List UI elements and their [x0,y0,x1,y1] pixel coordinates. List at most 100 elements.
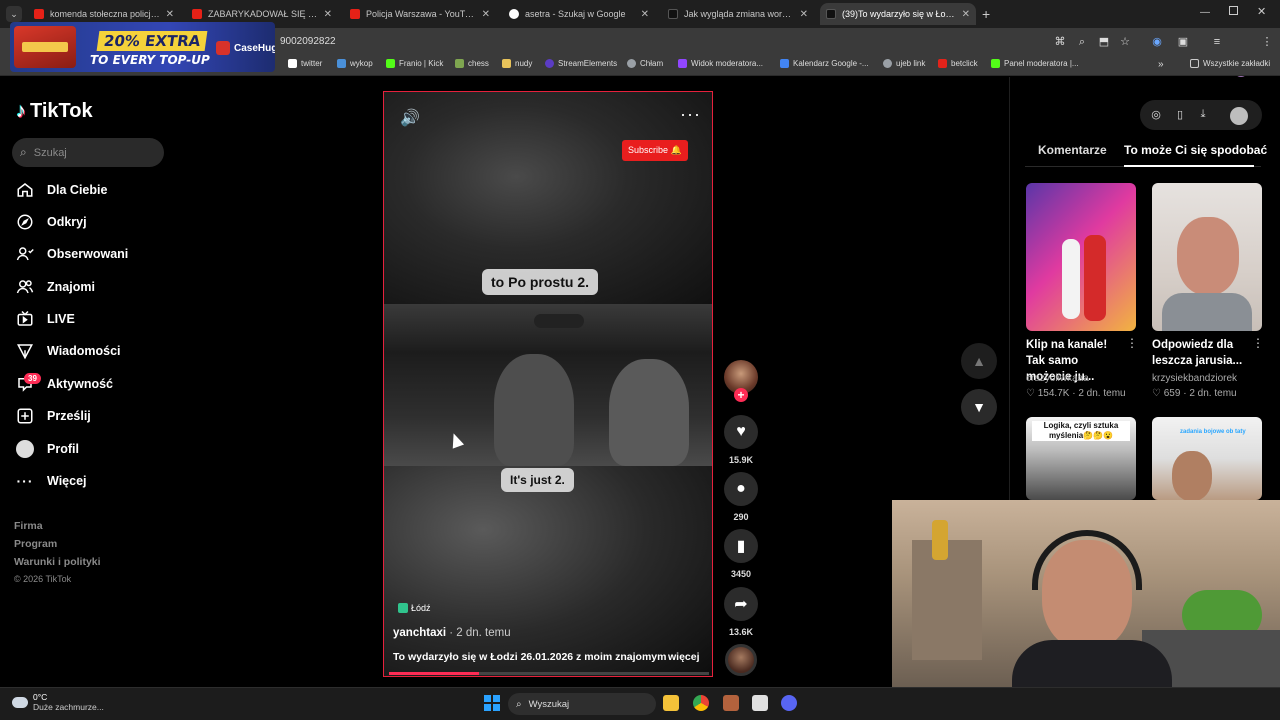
comment-icon[interactable]: ● [724,472,758,506]
bookmark[interactable]: Kalendarz Google -... [780,59,869,68]
next-video-button[interactable]: ▼ [961,389,997,425]
recommended-thumbnail[interactable] [1026,183,1136,331]
bookmark-icon[interactable]: ▮ [724,529,758,563]
zoom-icon[interactable]: ⌕ [1075,35,1089,49]
card-more-icon[interactable]: ⋮ [1126,336,1138,350]
close-tab-icon[interactable]: ✕ [482,9,490,20]
puzzle-icon[interactable]: ▣ [1176,35,1190,49]
maximize-button[interactable] [1229,6,1238,15]
bookmarks-overflow[interactable]: » [1158,59,1164,70]
translate-icon[interactable]: ⌘ [1053,35,1067,49]
nav-profile[interactable]: Profil [16,437,79,461]
video-author[interactable]: yanchtaxi · 2 dn. temu [393,627,511,639]
close-window-button[interactable]: ✕ [1257,5,1266,18]
recommended-thumbnail[interactable]: zadania bojowe ob taty [1152,417,1262,500]
bookmark[interactable]: Panel moderatora |... [991,59,1079,68]
bookmark[interactable]: chess [455,59,489,68]
tab-recommended[interactable]: To może Ci się spodobać [1124,143,1267,157]
heart-icon[interactable]: ♥ [724,415,758,449]
taskbar-search[interactable]: ⌕ Wyszukaj [508,693,656,715]
close-tab-icon[interactable]: ✕ [962,9,970,20]
card-title[interactable]: Odpowiedz dla leszcza jarusia... [1152,337,1252,369]
recommended-thumbnail[interactable] [1152,183,1262,331]
menu-icon[interactable]: ⋮ [1260,35,1274,49]
comment-action[interactable]: ● 290 [724,472,758,522]
nav-more[interactable]: ··· Więcej [16,469,87,493]
driver-figure [609,359,689,466]
search-input[interactable]: ⌕ Szukaj [12,138,164,167]
download-icon[interactable]: ⤓ [1196,108,1210,122]
url-field[interactable]: 9002092822 [280,36,336,47]
tiktok-logo[interactable]: ♪ TikTok [16,100,93,123]
nav-upload[interactable]: Prześlij [16,404,91,428]
save-action[interactable]: ▮ 3450 [724,529,758,579]
nav-following[interactable]: Obserwowani [16,242,128,266]
footer-link-program[interactable]: Program [14,538,101,550]
volume-icon[interactable]: 🔊 [400,108,420,128]
nav-friends[interactable]: Znajomi [16,275,95,299]
tab-list-button[interactable]: ⌄ [6,6,22,22]
install-icon[interactable]: ⬒ [1097,35,1111,49]
browser-tab[interactable]: Policja Warszawa - YouTube ✕ [344,3,496,25]
bookmark[interactable]: Widok moderatora... [678,59,763,68]
bookmark-label: Chłam [640,59,664,68]
music-disc[interactable] [725,644,757,676]
tab-comments[interactable]: Komentarze [1038,143,1107,157]
previous-video-button[interactable]: ▲ [961,343,997,379]
more-link[interactable]: więcej [668,651,700,663]
nav-live[interactable]: LIVE [16,307,75,331]
card-more-icon[interactable]: ⋮ [1252,336,1264,350]
folder-icon [502,59,511,68]
recommended-thumbnail[interactable]: Logika, czyli sztuka myślenia🤔🤔😮 [1026,417,1136,500]
like-action[interactable]: ♥ 15.9K [724,415,758,465]
file-explorer-icon[interactable] [663,695,679,711]
bookmark-star-icon[interactable]: ☆ [1118,35,1132,49]
app-icon[interactable] [723,695,739,711]
close-tab-icon[interactable]: ✕ [324,9,332,20]
all-bookmarks[interactable]: Wszystkie zakładki [1190,59,1270,68]
bookmark[interactable]: Chłam [627,59,663,68]
card-user[interactable]: crazyoliwkaaa [1026,373,1089,384]
nav-explore[interactable]: Odkryj [16,210,87,234]
discord-icon[interactable] [781,695,797,711]
subscribe-label: Subscribe [628,145,669,155]
browser-tab[interactable]: Jak wygląda zmiana worka stom ✕ [662,3,814,25]
close-tab-icon[interactable]: ✕ [166,9,174,20]
more-options-icon[interactable]: ··· [680,104,701,125]
new-tab-button[interactable]: + [982,6,990,22]
follow-plus-icon[interactable]: + [734,388,748,402]
extension-icon[interactable]: ◉ [1150,35,1164,49]
footer-link-company[interactable]: Firma [14,520,101,532]
weather-widget[interactable]: 0°C Duże zachmurze... [12,692,104,712]
nav-for-you[interactable]: Dla Ciebie [16,178,107,202]
video-player[interactable]: 🔊 ··· Subscribe 🔔 to Po prostu 2. It's j… [383,91,713,677]
card-user[interactable]: krzysiekbandziorek [1152,373,1237,384]
bookmark[interactable]: wykop [337,59,373,68]
user-avatar[interactable] [1230,107,1248,125]
nav-messages[interactable]: Wiadomości [16,339,121,363]
location-tag[interactable]: Łódź [398,603,431,613]
browser-tab-active[interactable]: (39)To wydarzyło się w Łodzi 26 ✕ [820,3,976,25]
bookmark[interactable]: StreamElements [545,59,617,68]
footer-link-terms[interactable]: Warunki i polityki [14,556,101,568]
reading-list-icon[interactable]: ≡ [1210,35,1224,49]
author-name[interactable]: yanchtaxi [393,627,446,639]
bookmark[interactable]: ujeb link [883,59,925,68]
close-tab-icon[interactable]: ✕ [800,9,808,20]
bookmark[interactable]: betclick [938,59,978,68]
bookmark[interactable]: Franio | Kick [386,59,443,68]
app-icon[interactable] [752,695,768,711]
windows-start-icon[interactable] [484,695,500,711]
coin-icon[interactable]: ◎ [1149,108,1163,122]
subscribe-button[interactable]: Subscribe 🔔 [622,140,688,161]
share-action[interactable]: ➦ 13.6K [724,587,758,637]
card-stats: ♡ 659 · 2 dn. temu [1152,388,1237,399]
bookmark[interactable]: nudy [502,59,532,68]
close-tab-icon[interactable]: ✕ [641,9,649,20]
bookmark[interactable]: twitter [288,59,322,68]
browser-tab[interactable]: asetra - Szukaj w Google ✕ [503,3,655,25]
minimize-button[interactable]: — [1200,7,1210,18]
chrome-icon[interactable] [693,695,709,711]
phone-icon[interactable]: ▯ [1173,108,1187,122]
share-icon[interactable]: ➦ [724,587,758,621]
